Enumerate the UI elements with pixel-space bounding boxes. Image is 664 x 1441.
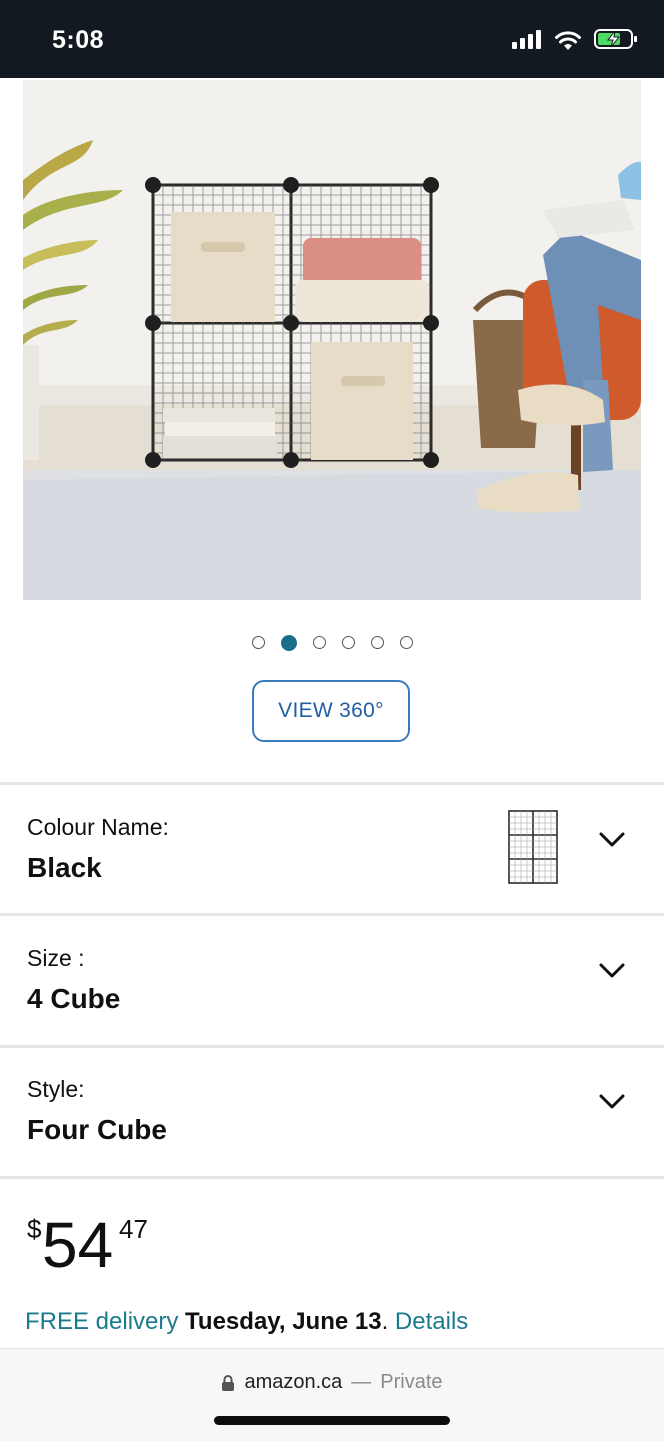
chevron-down-icon[interactable] bbox=[598, 830, 626, 850]
product-image[interactable] bbox=[23, 80, 641, 600]
battery-charging-icon bbox=[594, 29, 637, 49]
size-label: Size : bbox=[27, 945, 85, 971]
carousel-dot[interactable] bbox=[341, 636, 355, 649]
free-delivery-link[interactable]: FREE delivery bbox=[25, 1308, 178, 1335]
delivery-message: FREE delivery Tuesday, June 13. Details bbox=[25, 1308, 468, 1336]
status-bar: 5:08 bbox=[0, 0, 664, 78]
colour-selector[interactable]: Colour Name: Black bbox=[0, 786, 664, 914]
browser-url-bar[interactable]: amazon.ca — Private bbox=[0, 1348, 664, 1441]
delivery-period: . bbox=[381, 1308, 389, 1335]
size-selector[interactable]: Size : 4 Cube bbox=[0, 917, 664, 1045]
chevron-down-icon[interactable] bbox=[598, 1092, 626, 1112]
private-mode-label: Private bbox=[380, 1371, 443, 1393]
status-icons bbox=[512, 28, 638, 50]
url-domain: amazon.ca bbox=[244, 1371, 343, 1393]
view-360-button[interactable]: VIEW 360° bbox=[252, 680, 410, 742]
url-display[interactable]: amazon.ca — Private bbox=[0, 1371, 664, 1394]
style-label: Style: bbox=[27, 1076, 85, 1102]
divider bbox=[0, 913, 664, 916]
colour-thumbnail[interactable] bbox=[506, 808, 560, 886]
lock-icon bbox=[222, 1374, 235, 1391]
carousel-dot[interactable] bbox=[251, 636, 265, 649]
carousel-dot-active[interactable] bbox=[280, 634, 297, 651]
carousel-dot[interactable] bbox=[312, 636, 326, 649]
url-separator: — bbox=[351, 1371, 372, 1393]
cellular-signal-icon bbox=[512, 30, 541, 49]
divider bbox=[0, 1176, 664, 1179]
price-fraction: 47 bbox=[119, 1214, 148, 1244]
style-selector[interactable]: Style: Four Cube bbox=[0, 1048, 664, 1176]
delivery-details-link[interactable]: Details bbox=[395, 1308, 468, 1335]
size-value: 4 Cube bbox=[27, 983, 121, 1014]
delivery-date: Tuesday, June 13 bbox=[185, 1308, 382, 1335]
image-carousel-dots[interactable] bbox=[0, 634, 664, 651]
colour-label: Colour Name: bbox=[27, 814, 169, 840]
home-indicator[interactable] bbox=[214, 1416, 450, 1425]
price-whole: 54 bbox=[42, 1209, 114, 1281]
divider bbox=[0, 782, 664, 785]
wifi-icon bbox=[555, 30, 581, 50]
carousel-dot[interactable] bbox=[399, 636, 413, 649]
chevron-down-icon[interactable] bbox=[598, 961, 626, 981]
carousel-dot[interactable] bbox=[370, 636, 384, 649]
colour-value: Black bbox=[27, 852, 102, 883]
style-value: Four Cube bbox=[27, 1114, 167, 1145]
status-time: 5:08 bbox=[52, 26, 105, 54]
price-currency: $ bbox=[27, 1214, 42, 1244]
